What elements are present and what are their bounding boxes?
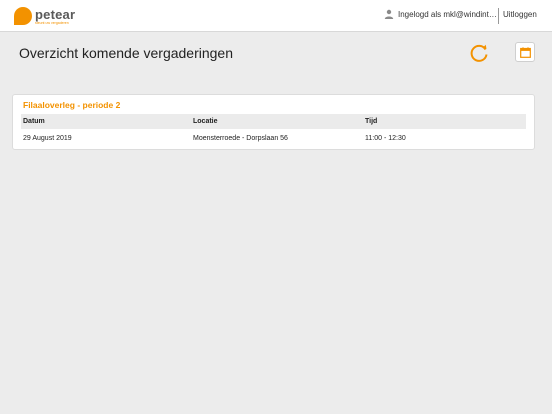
- meeting-time: 11:00 - 12:30: [365, 135, 406, 142]
- meeting-card: Filaaloverleg - periode 2 Datum Locatie …: [12, 94, 535, 150]
- refresh-button[interactable]: [468, 42, 490, 64]
- user-icon: [384, 9, 394, 19]
- logo-mark-icon: [14, 7, 32, 25]
- logo-text: petear steunt uw vergaderen: [35, 6, 75, 26]
- meeting-date: 29 August 2019: [23, 135, 72, 142]
- header-divider: [498, 8, 499, 24]
- meeting-location: Moensterroede - Dorpslaan 56: [193, 135, 288, 142]
- page-title: Overzicht komende vergaderingen: [19, 45, 234, 61]
- calendar-icon: [519, 46, 531, 58]
- brand-name: petear: [35, 7, 76, 22]
- brand-tagline: steunt uw vergaderen: [35, 21, 69, 25]
- logout-link[interactable]: Uitloggen: [503, 10, 537, 19]
- table-header: Datum Locatie Tijd: [21, 114, 526, 129]
- column-header-date: Datum: [23, 118, 45, 125]
- user-info: Ingelogd als mkl@windint…: [384, 9, 497, 19]
- refresh-icon: [470, 44, 488, 62]
- table-row[interactable]: 29 August 2019 Moensterroede - Dorpslaan…: [21, 132, 526, 147]
- meeting-title[interactable]: Filaaloverleg - periode 2: [23, 100, 120, 110]
- column-header-location: Locatie: [193, 118, 218, 125]
- column-header-time: Tijd: [365, 118, 378, 125]
- top-bar: petear steunt uw vergaderen Ingelogd als…: [0, 0, 552, 32]
- calendar-button[interactable]: [515, 42, 535, 62]
- logged-in-label: Ingelogd als mkl@windint…: [398, 9, 497, 19]
- logo[interactable]: petear steunt uw vergaderen: [13, 6, 75, 26]
